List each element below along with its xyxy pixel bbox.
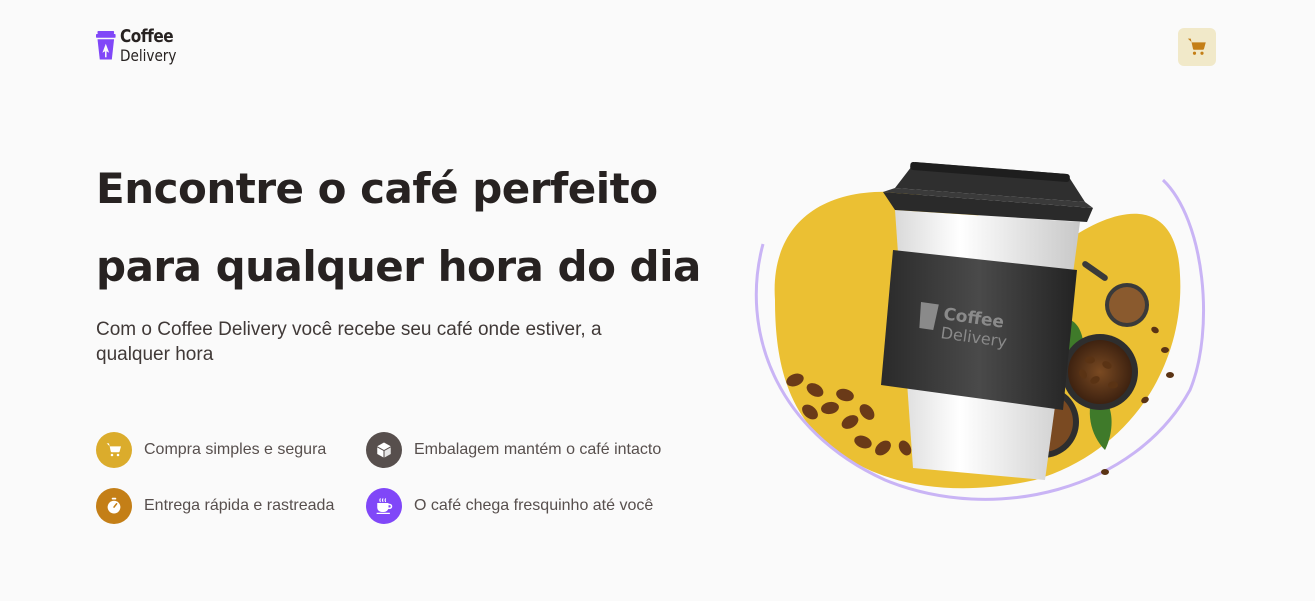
feature-fast-delivery: Entrega rápida e rastreada (96, 488, 334, 524)
hero-subtitle: Com o Coffee Delivery você recebe seu ca… (96, 319, 602, 365)
feature-label: Embalagem mantém o café intacto (414, 441, 662, 458)
logo[interactable]: Coffee Delivery (96, 25, 186, 67)
hero-title-line-2: para qualquer hora do dia (96, 242, 701, 291)
feature-packaging: Embalagem mantém o café intacto (366, 432, 661, 468)
shopping-cart-icon (1187, 38, 1206, 55)
coffee-cup-logo-icon (96, 30, 116, 60)
logo-line-2: Delivery (119, 46, 177, 65)
feature-simple-purchase: Compra simples e segura (96, 432, 326, 468)
feature-label: O café chega fresquinho até você (414, 497, 654, 514)
hero-title-line-1: Encontre o café perfeito (96, 164, 658, 213)
coffee-icon (366, 488, 402, 524)
cart-button[interactable] (1178, 28, 1216, 66)
hero-title: Encontre o café perfeito para qualquer h… (96, 150, 716, 306)
hero-coffee-illustration: Coffee Delivery (754, 161, 1206, 501)
header: Coffee Delivery (0, 0, 1315, 92)
package-icon (366, 432, 402, 468)
feature-fresh-coffee: O café chega fresquinho até você (366, 488, 653, 524)
feature-label: Entrega rápida e rastreada (144, 497, 335, 514)
timer-icon (96, 488, 132, 524)
shopping-cart-icon (96, 432, 132, 468)
logo-text: Coffee Delivery (120, 27, 186, 65)
feature-label: Compra simples e segura (144, 441, 327, 458)
logo-line-1: Coffee (119, 26, 174, 47)
